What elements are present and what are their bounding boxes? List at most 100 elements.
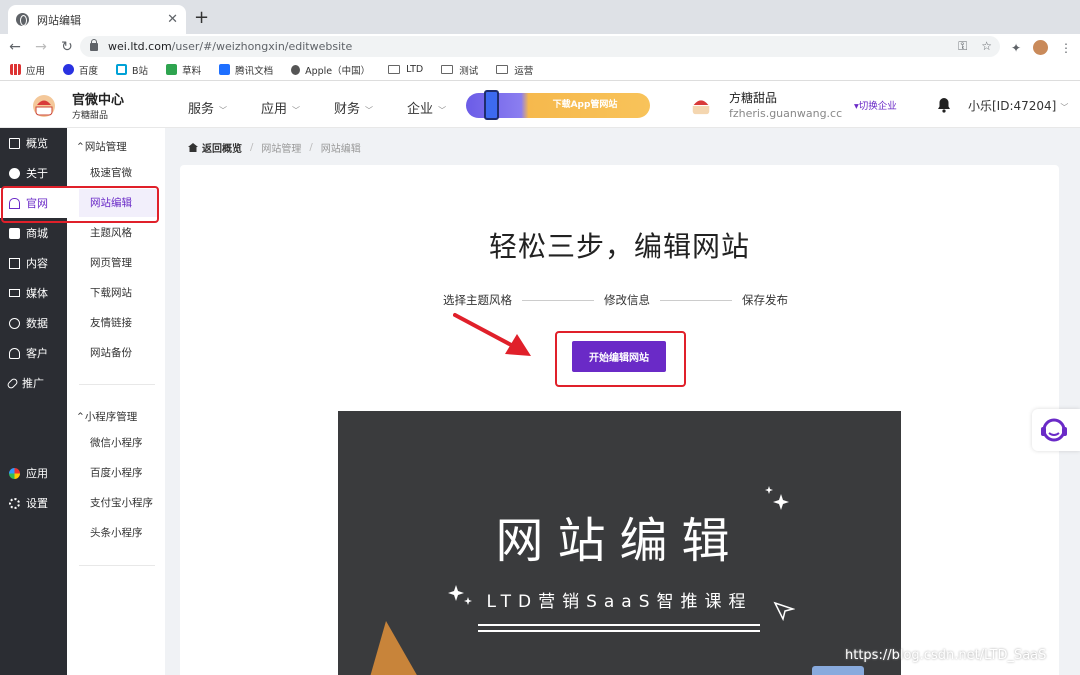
decor-line xyxy=(478,624,760,626)
menu-item-backup[interactable]: 网站备份 xyxy=(79,339,157,367)
main-card: 轻松三步，编辑网站 选择主题风格 修改信息 保存发布 开始编辑网站 网站编辑 L… xyxy=(180,165,1059,675)
bell-icon[interactable] xyxy=(937,97,951,113)
chevron-down-icon: ﹀ xyxy=(365,106,374,115)
page-headline: 轻松三步，编辑网站 xyxy=(488,230,750,263)
floating-chip xyxy=(812,666,864,675)
annotation-highlight-button xyxy=(555,331,686,387)
apps-icon xyxy=(9,467,20,479)
bookmark-ops[interactable]: 运营 xyxy=(496,63,533,77)
annotation-arrow-icon xyxy=(453,313,531,356)
nav-apps[interactable]: 应用 ﹀ xyxy=(261,98,300,117)
bookmark-caoliao[interactable]: 草料 xyxy=(166,63,201,77)
nav-finance[interactable]: 财务 ﹀ xyxy=(334,98,373,117)
menu-item-theme[interactable]: 主题风格 xyxy=(79,219,157,247)
key-icon[interactable]: ⚿ xyxy=(958,39,967,54)
app-header: 官微中心 方糖甜品 服务 ﹀ 应用 ﹀ 财务 ﹀ 企业 ﹀ 下载App管网站 方糖甜品 … xyxy=(0,81,1080,128)
breadcrumb: 返回概览 / 网站管理 / 网站编辑 xyxy=(188,140,361,155)
chevron-down-icon: ﹀ xyxy=(219,106,228,115)
nav-services[interactable]: 服务 ﹀ xyxy=(188,98,227,117)
group-mini-programs[interactable]: ⌃小程序管理 xyxy=(76,409,137,424)
cake-logo-icon xyxy=(33,95,55,117)
monitor-icon xyxy=(9,137,20,149)
close-tab-icon[interactable]: ✕ xyxy=(167,12,178,27)
store-icon xyxy=(9,227,20,239)
company-logo-icon xyxy=(692,100,710,115)
reload-icon[interactable]: ↻ xyxy=(56,39,78,55)
forward-icon[interactable]: → xyxy=(30,39,52,55)
folder-icon xyxy=(388,65,401,74)
clock-icon xyxy=(9,317,20,329)
menu-item-alipay-mini[interactable]: 支付宝小程序 xyxy=(79,489,157,517)
sidebar-item-customers[interactable]: 客户 xyxy=(0,338,67,368)
baidu-icon xyxy=(63,64,75,75)
company-name: 方糖甜品 xyxy=(729,91,778,105)
document-icon xyxy=(9,257,20,269)
company-domain: fzheris.guanwang.cc xyxy=(729,107,843,120)
breadcrumb-level1[interactable]: 网站管理 xyxy=(261,140,301,155)
step-connector xyxy=(660,299,732,301)
step-3: 保存发布 xyxy=(742,293,788,307)
download-app-banner[interactable]: 下载App管网站 xyxy=(466,90,650,120)
cursor-icon xyxy=(773,601,795,621)
headset-icon xyxy=(1041,418,1067,442)
menu-item-friend-links[interactable]: 友情链接 xyxy=(79,309,157,337)
address-bar-row: ← → ↻ wei.ltd.com/user/#/weizhongxin/edi… xyxy=(0,34,1080,59)
browser-tab-bar: 网站编辑 ✕ + xyxy=(0,0,1080,34)
settings-icon xyxy=(9,497,20,509)
menu-item-wechat-mini[interactable]: 微信小程序 xyxy=(79,429,157,457)
menu-icon[interactable]: ⋮ xyxy=(1060,41,1072,55)
decor-line xyxy=(478,630,760,632)
bookmark-tencent-docs[interactable]: 腾讯文档 xyxy=(219,63,273,77)
extensions-icon[interactable]: ✦ xyxy=(1011,41,1021,55)
profile-avatar[interactable] xyxy=(1033,40,1048,55)
sidebar-item-data[interactable]: 数据 xyxy=(0,308,67,338)
customer-service-widget[interactable] xyxy=(1032,409,1080,451)
steps-indicator: 选择主题风格 修改信息 保存发布 xyxy=(443,292,788,308)
sidebar-item-settings[interactable]: 设置 xyxy=(0,488,67,518)
qrcode-icon xyxy=(166,64,178,75)
sidebar-item-overview[interactable]: 概览 xyxy=(0,128,67,158)
sidebar-item-promotion[interactable]: 推广 xyxy=(0,368,67,398)
paperclip-icon xyxy=(6,376,19,390)
download-app-label: 下载App管网站 xyxy=(552,100,618,110)
menu-item-quick-site[interactable]: 极速官微 xyxy=(79,159,157,187)
menu-item-pages[interactable]: 网页管理 xyxy=(79,249,157,277)
breadcrumb-back[interactable]: 返回概览 xyxy=(202,140,242,155)
switch-company-link[interactable]: ▾切换企业 xyxy=(854,98,897,112)
home-icon xyxy=(188,143,198,152)
sidebar-item-apps[interactable]: 应用 xyxy=(0,458,67,488)
video-preview[interactable]: 网站编辑 LTD营销SaaS智推课程 xyxy=(338,411,901,675)
sidebar-item-about[interactable]: 关于 xyxy=(0,158,67,188)
url-path: /user/#/weizhongxin/editwebsite xyxy=(171,40,353,53)
top-nav: 服务 ﹀ 应用 ﹀ 财务 ﹀ 企业 ﹀ xyxy=(188,98,480,117)
bookmark-test[interactable]: 测试 xyxy=(441,63,478,77)
group-website-management[interactable]: ⌃网站管理 xyxy=(76,139,127,154)
brand-subtitle: 方糖甜品 xyxy=(72,111,109,121)
menu-item-baidu-mini[interactable]: 百度小程序 xyxy=(79,459,157,487)
chevron-down-icon: ﹀ xyxy=(438,106,447,115)
bookmark-apps[interactable]: 应用 xyxy=(10,63,45,77)
chevron-down-icon: ﹀ xyxy=(1060,103,1069,112)
bookmarks-bar: 应用 百度 B站 草料 腾讯文档 Apple（中国） LTD 测试 运营 xyxy=(0,59,1080,81)
menu-item-toutiao-mini[interactable]: 头条小程序 xyxy=(79,519,157,547)
bookmark-baidu[interactable]: 百度 xyxy=(63,63,98,77)
sidebar-item-media[interactable]: 媒体 xyxy=(0,278,67,308)
annotation-highlight-sidebar xyxy=(1,186,159,223)
user-menu[interactable]: 小乐[ID:47204] ﹀ xyxy=(968,97,1068,114)
step-1: 选择主题风格 xyxy=(443,293,512,307)
bookmark-bilibili[interactable]: B站 xyxy=(116,63,148,77)
new-tab-button[interactable]: + xyxy=(194,7,209,28)
bookmark-ltd[interactable]: LTD xyxy=(388,64,423,75)
url-input[interactable]: wei.ltd.com/user/#/weizhongxin/editwebsi… xyxy=(80,36,1000,57)
nav-enterprise[interactable]: 企业 ﹀ xyxy=(407,98,446,117)
bookmark-apple[interactable]: Apple（中国） xyxy=(291,63,370,77)
back-icon[interactable]: ← xyxy=(4,39,26,55)
tencent-docs-icon xyxy=(219,64,231,75)
star-icon[interactable]: ☆ xyxy=(981,39,992,54)
person-icon xyxy=(9,347,20,359)
sidebar-item-content[interactable]: 内容 xyxy=(0,248,67,278)
browser-tab[interactable]: 网站编辑 ✕ xyxy=(8,5,186,34)
menu-item-download-site[interactable]: 下载网站 xyxy=(79,279,157,307)
tab-title: 网站编辑 xyxy=(37,13,81,27)
video-icon xyxy=(9,289,20,297)
